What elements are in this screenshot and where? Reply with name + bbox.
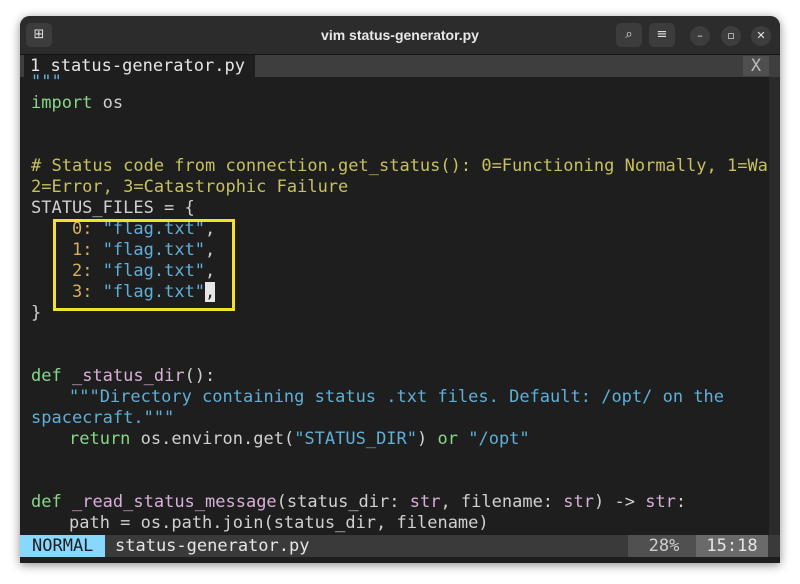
keyword: or bbox=[437, 429, 458, 449]
code-text: os.environ.get( bbox=[130, 429, 295, 449]
code-text: , filename: bbox=[440, 492, 564, 512]
function-name: _read_status_message bbox=[71, 492, 277, 512]
vim-statusline: NORMAL status-generator.py 28% 15:18 bbox=[20, 535, 780, 557]
vim-editor[interactable]: 1 status-generator.py X """ import os # … bbox=[20, 55, 780, 563]
code-line-comment: # Status code from connection.get_status… bbox=[31, 156, 780, 176]
statusline-percent: 28% bbox=[628, 535, 700, 557]
terminal-window: ⊞ vim status-generator.py ⌕ ≡ – ▫ ✕ 1 st… bbox=[20, 16, 780, 563]
mode-indicator: NORMAL bbox=[20, 535, 106, 557]
search-icon[interactable]: ⌕ bbox=[616, 23, 642, 47]
code-line-def-status-dir: def _status_dir(): bbox=[31, 366, 215, 387]
code-line-docstring-end: """ bbox=[31, 72, 62, 92]
string-literal: "/opt" bbox=[468, 429, 530, 449]
keyword: import bbox=[31, 93, 93, 113]
type-name: str bbox=[645, 492, 676, 512]
code-line-close-brace: } bbox=[31, 303, 42, 323]
type-name: str bbox=[409, 492, 441, 512]
code-line-comment-cont: 2=Error, 3=Catastrophic Failure bbox=[31, 177, 349, 197]
highlight-annotation-box bbox=[53, 219, 235, 311]
keyword: def bbox=[31, 366, 62, 386]
statusline-filename: status-generator.py bbox=[115, 536, 310, 556]
maximize-icon[interactable]: ▫ bbox=[721, 26, 741, 46]
title-bar: ⊞ vim status-generator.py ⌕ ≡ – ▫ ✕ bbox=[20, 16, 780, 55]
keyword: return bbox=[69, 429, 131, 449]
close-icon[interactable]: ✕ bbox=[751, 26, 771, 46]
scrollbar[interactable] bbox=[769, 77, 780, 535]
tabline-close-button[interactable]: X bbox=[743, 56, 769, 76]
code-line-path-join: path = os.path.join(status_dir, filename… bbox=[69, 513, 489, 533]
code-line-status-files: STATUS_FILES = { bbox=[31, 198, 195, 218]
code-text: os bbox=[92, 93, 124, 113]
code-line-def-read-status: def _read_status_message(status_dir: str… bbox=[31, 492, 686, 513]
minimize-icon[interactable]: – bbox=[690, 26, 710, 46]
vim-tabline: 1 status-generator.py X bbox=[20, 55, 780, 77]
code-line-docstring-cont: spacecraft.""" bbox=[31, 408, 175, 428]
code-text: : bbox=[675, 492, 687, 512]
code-text: (): bbox=[184, 366, 216, 386]
code-line-import: import os bbox=[31, 93, 123, 114]
statusline-cursor-position: 15:18 bbox=[696, 535, 768, 557]
type-name: str bbox=[563, 492, 594, 512]
function-name: _status_dir bbox=[71, 366, 185, 386]
code-text: ) bbox=[417, 429, 438, 449]
code-text: ) -> bbox=[594, 492, 646, 512]
keyword: def bbox=[31, 492, 62, 512]
code-line-return: return os.environ.get("STATUS_DIR") or "… bbox=[69, 429, 530, 450]
hamburger-menu-icon[interactable]: ≡ bbox=[649, 23, 675, 47]
code-text: (status_dir: bbox=[276, 492, 410, 512]
string-literal: "STATUS_DIR" bbox=[294, 429, 418, 449]
code-line-docstring: """Directory containing status .txt file… bbox=[69, 387, 725, 407]
